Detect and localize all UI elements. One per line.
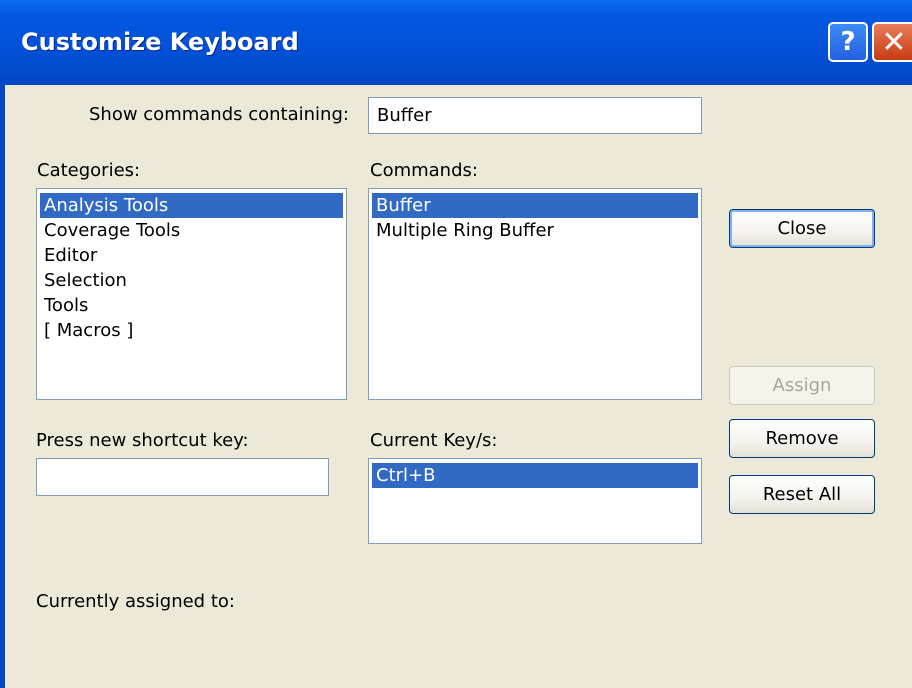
shortcut-label: Press new shortcut key: bbox=[36, 430, 249, 451]
list-item[interactable]: Selection bbox=[40, 268, 343, 293]
remove-button[interactable]: Remove bbox=[729, 419, 875, 458]
current-keys-listbox[interactable]: Ctrl+B bbox=[368, 458, 702, 544]
current-keys-label: Current Key/s: bbox=[370, 430, 498, 451]
reset-all-button[interactable]: Reset All bbox=[729, 475, 875, 514]
assign-button[interactable]: Assign bbox=[729, 366, 875, 405]
list-item[interactable]: Coverage Tools bbox=[40, 218, 343, 243]
categories-label: Categories: bbox=[37, 160, 141, 181]
list-item[interactable]: [ Macros ] bbox=[40, 318, 343, 343]
search-input[interactable]: Buffer bbox=[368, 97, 702, 134]
window-title: Customize Keyboard bbox=[21, 28, 299, 56]
list-item[interactable]: Multiple Ring Buffer bbox=[372, 218, 698, 243]
assigned-label: Currently assigned to: bbox=[36, 591, 235, 612]
search-label: Show commands containing: bbox=[89, 104, 349, 125]
list-item[interactable]: Analysis Tools bbox=[40, 193, 343, 218]
close-icon[interactable]: ✕ bbox=[872, 22, 912, 62]
help-icon[interactable]: ? bbox=[828, 22, 868, 62]
commands-listbox[interactable]: Buffer Multiple Ring Buffer bbox=[368, 188, 702, 400]
customize-keyboard-dialog: Customize Keyboard ? ✕ Show commands con… bbox=[0, 0, 912, 688]
list-item[interactable]: Editor bbox=[40, 243, 343, 268]
commands-label: Commands: bbox=[370, 160, 478, 181]
list-item[interactable]: Ctrl+B bbox=[372, 463, 698, 488]
categories-listbox[interactable]: Analysis Tools Coverage Tools Editor Sel… bbox=[36, 188, 347, 400]
list-item[interactable]: Tools bbox=[40, 293, 343, 318]
search-input-value: Buffer bbox=[377, 105, 432, 126]
list-item[interactable]: Buffer bbox=[372, 193, 698, 218]
shortcut-key-input[interactable] bbox=[36, 458, 329, 496]
window-border bbox=[0, 85, 5, 688]
close-button[interactable]: Close bbox=[729, 209, 875, 248]
title-bar[interactable]: Customize Keyboard ? ✕ bbox=[0, 0, 912, 85]
